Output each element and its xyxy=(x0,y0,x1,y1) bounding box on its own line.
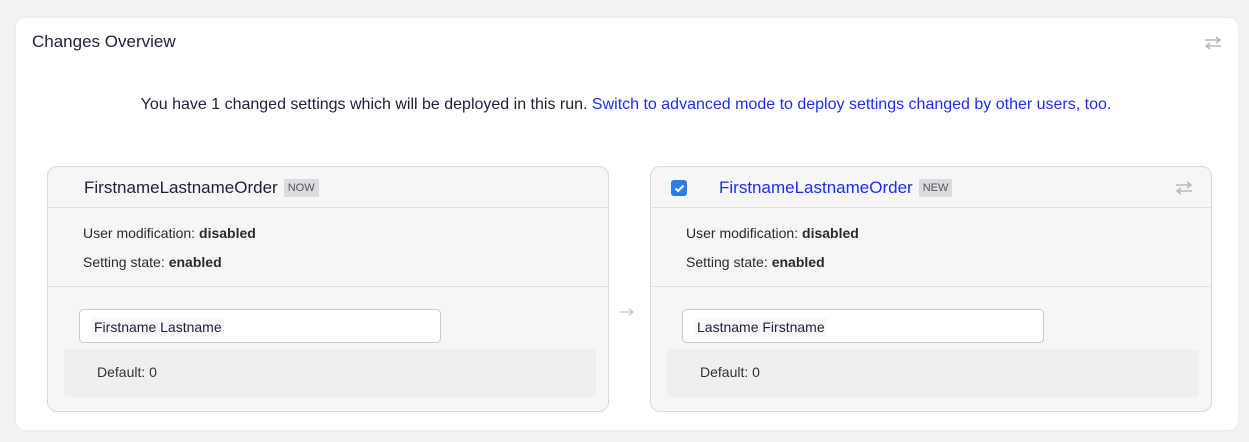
changes-overview-panel: Changes Overview You have 1 changed sett… xyxy=(16,18,1238,430)
setting-value-field: Firstname Lastname xyxy=(79,309,441,343)
current-setting-card: FirstnameLastnameOrder NOW User modificat… xyxy=(47,166,609,412)
swap-arrows-icon[interactable] xyxy=(1173,180,1195,196)
intro-text: You have 1 changed settings which will b… xyxy=(140,96,588,113)
default-value: Default: 0 xyxy=(700,364,760,380)
setting-value: Firstname Lastname xyxy=(92,318,224,336)
setting-state-value: enabled xyxy=(168,254,222,270)
setting-state-label: Setting state: xyxy=(686,254,768,270)
new-setting-card: FirstnameLastnameOrder NEW User modificat… xyxy=(650,166,1212,412)
setting-name-link[interactable]: FirstnameLastnameOrder NEW xyxy=(719,178,953,198)
default-box: Default: 0 xyxy=(64,349,596,397)
setting-meta: User modification: disabled Setting state… xyxy=(48,207,608,287)
setting-meta: User modification: disabled Setting state… xyxy=(651,207,1211,287)
setting-value-field[interactable]: Lastname Firstname xyxy=(682,309,1044,343)
setting-name: FirstnameLastnameOrder NOW xyxy=(84,178,319,198)
arrow-right-icon xyxy=(620,308,635,316)
new-badge: NEW xyxy=(918,179,953,197)
setting-value: Lastname Firstname xyxy=(695,318,827,336)
setting-state-row: Setting state: enabled xyxy=(83,254,222,270)
intro-message: You have 1 changed settings which will b… xyxy=(56,92,1196,117)
default-value: Default: 0 xyxy=(97,364,157,380)
user-modification-value: disabled xyxy=(802,225,859,241)
user-modification-value: disabled xyxy=(199,225,256,241)
user-modification-label: User modification: xyxy=(83,225,196,241)
setting-state-label: Setting state: xyxy=(83,254,165,270)
advanced-mode-link[interactable]: Switch to advanced mode to deploy settin… xyxy=(592,96,1111,113)
card-header: FirstnameLastnameOrder NOW xyxy=(48,167,608,207)
setting-state-row: Setting state: enabled xyxy=(686,254,825,270)
deploy-checkbox[interactable] xyxy=(671,180,687,196)
setting-state-value: enabled xyxy=(771,254,825,270)
setting-name-text: FirstnameLastnameOrder xyxy=(84,178,278,197)
user-modification-label: User modification: xyxy=(686,225,799,241)
card-header: FirstnameLastnameOrder NEW xyxy=(651,167,1211,207)
user-modification-row: User modification: disabled xyxy=(83,225,256,241)
default-box: Default: 0 xyxy=(667,349,1199,397)
setting-name-text[interactable]: FirstnameLastnameOrder xyxy=(719,178,913,197)
swap-arrows-icon[interactable] xyxy=(1202,35,1224,51)
now-badge: NOW xyxy=(283,179,319,197)
panel-title: Changes Overview xyxy=(32,32,176,51)
user-modification-row: User modification: disabled xyxy=(686,225,859,241)
